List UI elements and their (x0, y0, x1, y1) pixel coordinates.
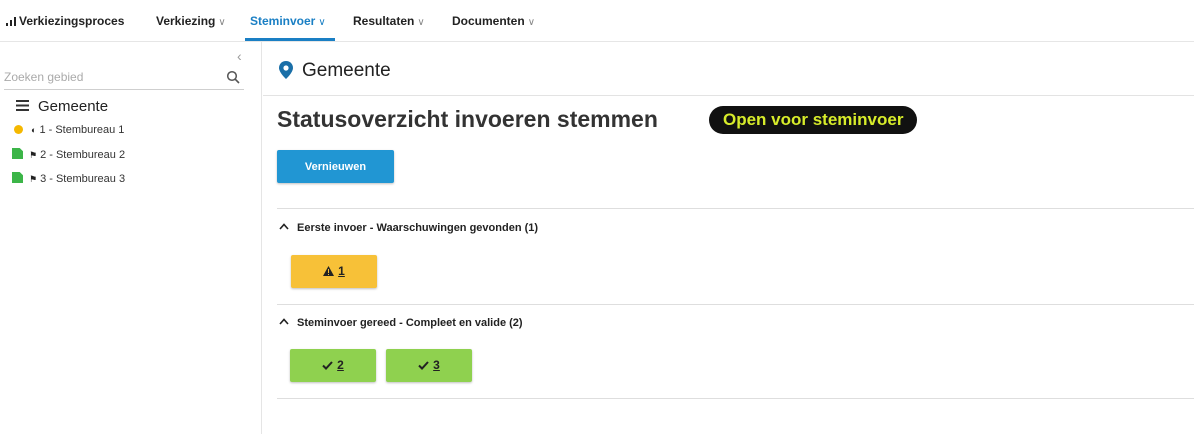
status-badge: Open voor steminvoer (709, 106, 918, 134)
tree-item-label: 3 - Stembureau 3 (40, 173, 126, 185)
nav-item-label: Documenten (452, 14, 525, 28)
chevron-down-icon: ∨ (218, 17, 226, 28)
chevron-down-icon: ∨ (318, 17, 326, 28)
tree-item-label: 2 - Stembureau 2 (40, 149, 126, 161)
tree-item-label: 1 - Stembureau 1 (39, 124, 125, 136)
list-icon (16, 100, 29, 111)
nav-item-steminvoer[interactable]: Steminvoer ∨ (250, 14, 326, 28)
chevron-down-icon: ∨ (417, 17, 425, 28)
main-content: Gemeente Statusoverzicht invoeren stemme… (263, 42, 1194, 434)
tree-root-gemeente[interactable]: Gemeente (16, 98, 108, 115)
section-heading: Steminvoer gereed - Compleet en valide (… (297, 317, 523, 329)
tree-item-stembureau-2[interactable]: ⚑ 2 - Stembureau 2 (12, 148, 125, 161)
nav-item-documenten[interactable]: Documenten ∨ (452, 14, 535, 28)
search-input[interactable] (4, 66, 224, 88)
chevron-down-icon: ∨ (527, 17, 536, 28)
divider (263, 95, 1194, 96)
tree-item-stembureau-1[interactable]: ◐ 1 - Stembureau 1 (12, 124, 124, 136)
refresh-button[interactable]: Vernieuwen (277, 150, 394, 183)
location-header: Gemeente (279, 60, 391, 82)
nav-item-label: Resultaten (353, 14, 415, 28)
bar-chart-icon (6, 17, 16, 26)
section-header-warnings[interactable]: Eerste invoer - Waarschuwingen gevonden … (279, 222, 538, 234)
chip-number: 2 (337, 358, 344, 372)
check-icon (322, 361, 333, 370)
tree-item-stembureau-3[interactable]: ⚑ 3 - Stembureau 3 (12, 172, 125, 185)
chevron-up-icon (279, 318, 289, 325)
document-complete-icon (12, 148, 23, 159)
polling-station-chip-3[interactable]: 3 (386, 349, 472, 382)
warning-status-dot-icon (14, 125, 23, 134)
search-field (4, 66, 244, 90)
nav-item-label: Verkiezingsproces (19, 14, 125, 28)
section-heading: Eerste invoer - Waarschuwingen gevonden … (297, 222, 539, 234)
warning-icon (323, 266, 335, 276)
chip-number: 3 (433, 358, 440, 372)
tree-root-label: Gemeente (38, 98, 109, 115)
divider (277, 208, 1194, 209)
flag-icon: ⚑ (29, 150, 38, 160)
nav-item-label: Steminvoer (250, 14, 316, 28)
flag-icon: ⚑ (29, 174, 38, 184)
search-icon[interactable] (226, 70, 240, 84)
divider (277, 398, 1194, 399)
half-circle-icon: ◐ (31, 125, 37, 135)
document-complete-icon (12, 172, 23, 183)
chevron-left-icon[interactable]: ‹ (237, 48, 242, 64)
page-title: Statusoverzicht invoeren stemmen (277, 106, 658, 132)
nav-item-verkiezingsproces[interactable]: Verkiezingsproces (6, 14, 124, 28)
polling-station-chip-1[interactable]: 1 (291, 255, 377, 288)
nav-item-label: Verkiezing (156, 14, 216, 28)
top-navigation: Verkiezingsproces Verkiezing ∨ Steminvoer… (0, 0, 1194, 42)
divider (277, 304, 1194, 305)
location-label: Gemeente (302, 60, 391, 81)
sidebar: ‹ Gemeente ◐1 - Stembureau 1 ⚑2 - Stembu… (0, 42, 262, 434)
map-pin-icon (279, 61, 293, 79)
active-tab-indicator (245, 38, 335, 41)
polling-station-chip-2[interactable]: 2 (290, 349, 376, 382)
chip-number: 1 (338, 264, 345, 278)
check-icon (418, 361, 429, 370)
chevron-up-icon (279, 223, 289, 230)
nav-item-verkiezing[interactable]: Verkiezing ∨ (156, 14, 226, 28)
section-header-complete[interactable]: Steminvoer gereed - Compleet en valide (… (279, 317, 523, 329)
nav-item-resultaten[interactable]: Resultaten ∨ (353, 14, 425, 28)
